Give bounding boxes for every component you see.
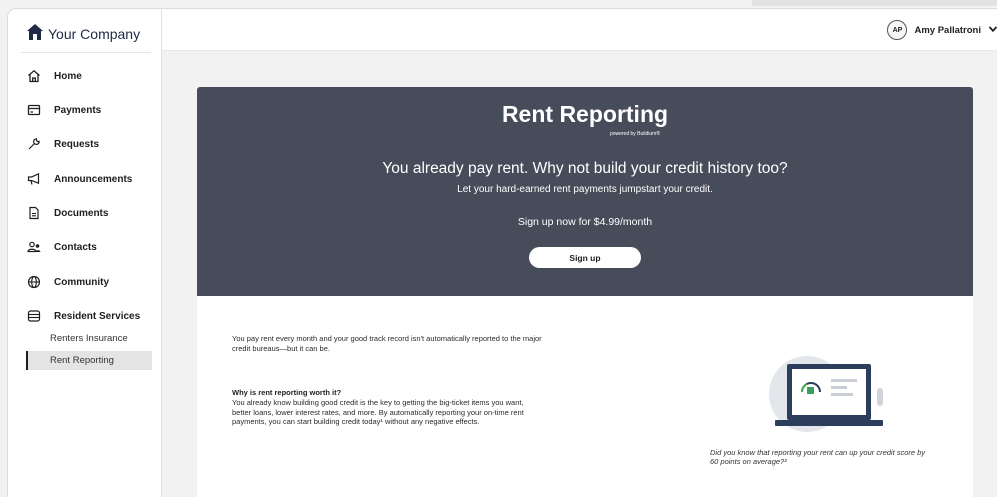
- hero-banner: Rent Reporting powered by Buildium® You …: [197, 87, 973, 296]
- globe-icon: [27, 275, 41, 289]
- card-icon: [27, 103, 41, 117]
- sidebar-item-requests[interactable]: Requests: [27, 134, 99, 154]
- sidebar-item-community[interactable]: Community: [27, 272, 109, 292]
- powered-by: powered by Buildium®: [609, 131, 661, 137]
- user-menu[interactable]: AP Amy Pallatroni: [887, 20, 997, 40]
- top-strip: [752, 0, 997, 6]
- sidebar-item-label: Contacts: [54, 241, 97, 253]
- app-frame: Your Company Home Payments Requests Anno…: [7, 8, 997, 497]
- info-panel: You pay rent every month and your good t…: [197, 296, 973, 497]
- signup-button[interactable]: Sign up: [529, 247, 641, 268]
- sidebar-subitem-renters-insurance[interactable]: Renters Insurance: [26, 329, 152, 348]
- chevron-down-icon: [988, 21, 997, 39]
- sidebar-item-payments[interactable]: Payments: [27, 100, 101, 120]
- sidebar-item-announcements[interactable]: Announcements: [27, 169, 132, 189]
- stat-caption: Did you know that reporting your rent ca…: [710, 448, 926, 466]
- megaphone-icon: [27, 172, 41, 186]
- sidebar-item-label: Requests: [54, 138, 100, 150]
- sidebar-item-label: Resident Services: [54, 310, 141, 322]
- brand-name: Your Company: [48, 26, 141, 42]
- sidebar-item-home[interactable]: Home: [27, 66, 82, 86]
- avatar: AP: [887, 20, 908, 40]
- sidebar: Your Company Home Payments Requests Anno…: [8, 9, 162, 497]
- wrench-icon: [27, 137, 41, 151]
- sidebar-item-contacts[interactable]: Contacts: [27, 237, 97, 257]
- sidebar-item-label: Community: [54, 276, 109, 288]
- intro-text: You pay rent every month and your good t…: [232, 334, 542, 353]
- services-icon: [27, 309, 41, 323]
- home-icon: [27, 69, 41, 83]
- sidebar-item-documents[interactable]: Documents: [27, 203, 108, 223]
- sidebar-subitem-rent-reporting[interactable]: Rent Reporting: [26, 351, 152, 370]
- why-heading: Why is rent reporting worth it?: [232, 388, 342, 397]
- brand-logo[interactable]: Your Company: [21, 16, 151, 53]
- laptop-credit-icon: [755, 346, 905, 446]
- document-icon: [27, 206, 41, 220]
- hero-headline: You already pay rent. Why not build your…: [382, 160, 788, 177]
- page-title: Rent Reporting: [501, 101, 669, 127]
- why-body: You already know building good credit is…: [232, 398, 524, 427]
- sidebar-item-label: Announcements: [54, 173, 133, 185]
- sidebar-item-label: Home: [54, 70, 82, 82]
- price-text: Sign up now for $4.99/month: [517, 216, 653, 228]
- sidebar-item-label: Payments: [54, 104, 102, 116]
- sidebar-item-resident-services[interactable]: Resident Services: [27, 306, 140, 326]
- top-bar: AP Amy Pallatroni: [162, 9, 997, 51]
- hero-subheadline: Let your hard-earned rent payments jumps…: [457, 184, 713, 195]
- contacts-icon: [27, 240, 41, 254]
- user-name: Amy Pallatroni: [914, 24, 981, 36]
- sidebar-item-label: Documents: [54, 207, 109, 219]
- house-icon: [26, 23, 44, 46]
